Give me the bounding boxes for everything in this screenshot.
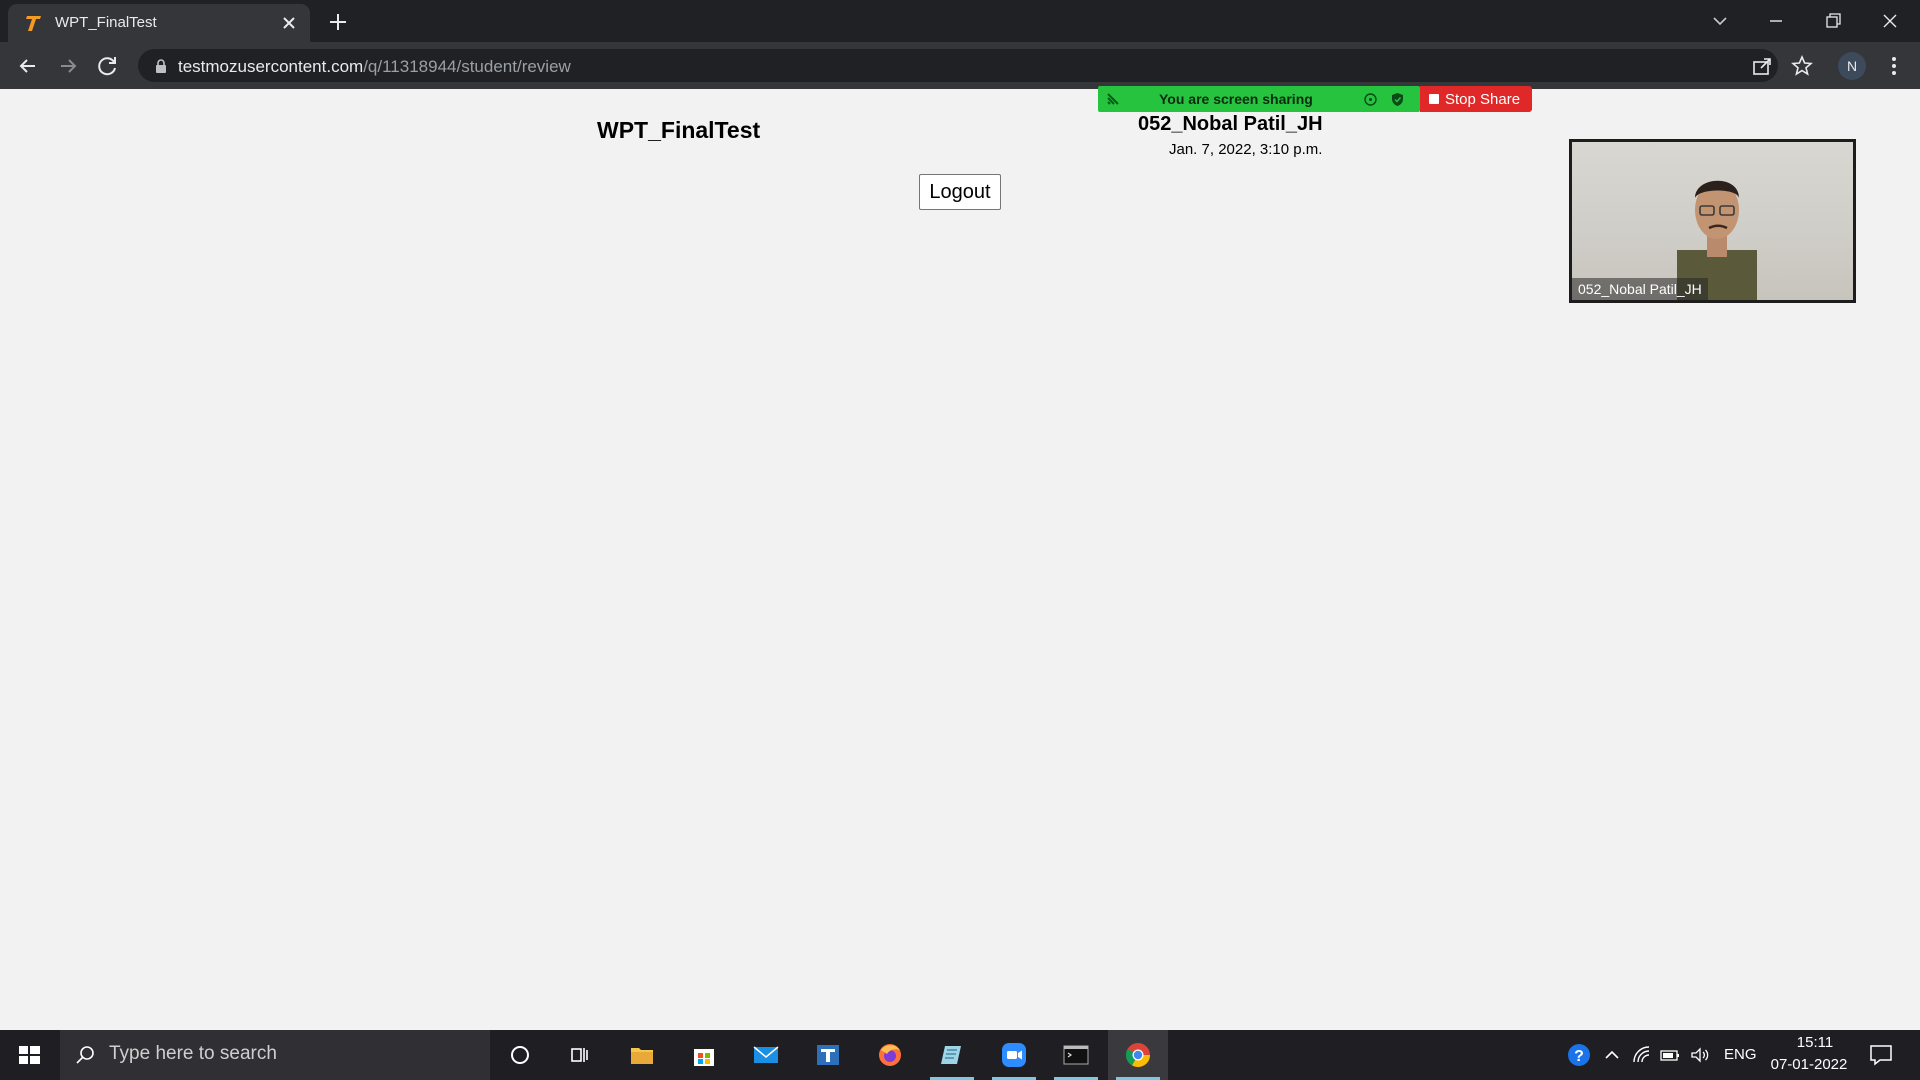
mail-icon[interactable] [736, 1030, 796, 1080]
taskbar-search[interactable]: Type here to search [60, 1030, 490, 1080]
battery-icon[interactable] [1659, 1044, 1681, 1066]
forward-icon[interactable] [54, 52, 82, 80]
logout-button[interactable]: Logout [919, 174, 1001, 210]
share-status-text: You are screen sharing [1159, 91, 1313, 107]
drag-handle-icon[interactable] [1106, 92, 1120, 106]
restore-icon[interactable] [1818, 6, 1848, 36]
zoom-icon[interactable] [984, 1030, 1044, 1080]
url-host: testmozusercontent.com [178, 57, 364, 76]
lock-icon[interactable] [154, 58, 168, 74]
stop-share-button[interactable]: Stop Share [1420, 86, 1532, 112]
app-icon[interactable] [798, 1030, 858, 1080]
tab-search-icon[interactable] [1705, 6, 1735, 36]
language-indicator[interactable]: ENG [1724, 1046, 1757, 1063]
task-view-icon[interactable] [550, 1030, 610, 1080]
close-window-icon[interactable] [1875, 6, 1905, 36]
back-icon[interactable] [14, 52, 42, 80]
stop-square-icon [1429, 94, 1439, 104]
chevron-up-icon[interactable] [1601, 1044, 1623, 1066]
search-placeholder: Type here to search [109, 1043, 277, 1064]
chrome-icon[interactable] [1108, 1030, 1168, 1080]
firefox-icon[interactable] [860, 1030, 920, 1080]
store-icon[interactable] [674, 1030, 734, 1080]
stop-share-label: Stop Share [1445, 90, 1521, 108]
close-tab-icon[interactable] [279, 13, 299, 33]
reload-icon[interactable] [94, 52, 122, 80]
url-path: /q/11318944/student/review [363, 57, 571, 76]
profile-avatar[interactable]: N [1838, 52, 1866, 80]
clock-time[interactable]: 15:11 [1790, 1034, 1840, 1051]
testmoz-favicon-icon [26, 16, 41, 31]
tab-title: WPT_FinalTest [55, 14, 157, 31]
cortana-icon[interactable] [490, 1030, 550, 1080]
help-icon[interactable]: ? [1566, 1042, 1592, 1068]
student-name: 052_Nobal Patil_JH [1138, 113, 1323, 135]
volume-icon[interactable] [1689, 1044, 1711, 1066]
shield-check-icon[interactable] [1390, 92, 1405, 107]
video-participant-label: 052_Nobal Patil_JH [1572, 278, 1708, 300]
notification-icon[interactable] [1868, 1043, 1894, 1067]
screen-share-bar[interactable]: You are screen sharing [1098, 86, 1420, 112]
share-info-icon[interactable] [1363, 92, 1378, 107]
browser-tab[interactable]: WPT_FinalTest [8, 4, 310, 42]
quiz-title: WPT_FinalTest [597, 117, 761, 143]
share-page-icon[interactable] [1750, 54, 1774, 78]
clock-date[interactable]: 07-01-2022 [1764, 1056, 1854, 1073]
app-icon-2[interactable] [922, 1030, 982, 1080]
menu-kebab-icon[interactable] [1882, 54, 1906, 78]
windows-start-icon[interactable] [0, 1030, 60, 1080]
file-explorer-icon[interactable] [612, 1030, 672, 1080]
search-icon [76, 1046, 94, 1064]
wifi-icon[interactable] [1631, 1044, 1653, 1066]
minimize-icon[interactable] [1761, 6, 1791, 36]
browser-toolbar: testmozusercontent.com/q/11318944/studen… [0, 42, 1920, 89]
terminal-icon[interactable] [1046, 1030, 1106, 1080]
browser-titlebar: WPT_FinalTest [0, 0, 1920, 42]
bookmark-star-icon[interactable] [1790, 54, 1814, 78]
address-bar[interactable]: testmozusercontent.com/q/11318944/studen… [138, 49, 1813, 82]
video-preview[interactable]: 052_Nobal Patil_JH [1569, 139, 1856, 303]
new-tab-icon[interactable] [326, 10, 350, 34]
url-text[interactable]: testmozusercontent.com/q/11318944/studen… [178, 57, 571, 77]
svg-text:?: ? [1574, 1048, 1584, 1065]
windows-taskbar: Type here to search ? ENG 15:11 07-01-20… [0, 1030, 1920, 1080]
submission-date: Jan. 7, 2022, 3:10 p.m. [1169, 141, 1323, 158]
